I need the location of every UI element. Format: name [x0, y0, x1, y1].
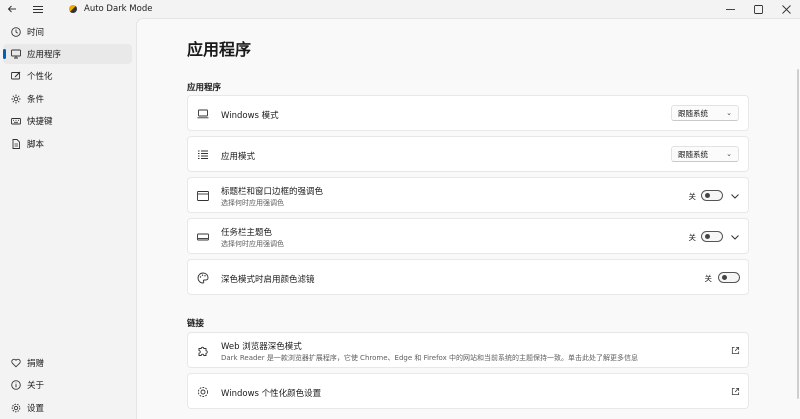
- minimize-icon[interactable]: [716, 0, 744, 18]
- external-link-icon[interactable]: [731, 346, 740, 355]
- titlebar-accent-card[interactable]: 标题栏和窗口边框的强调色 选择何时应用强调色 关: [187, 177, 749, 213]
- card-title: Windows 个性化颜色设置: [221, 389, 322, 399]
- windows-personalize-link-card[interactable]: Windows 个性化颜色设置: [187, 373, 749, 409]
- script-document-icon: [5, 139, 27, 149]
- monitor-icon: [5, 49, 27, 59]
- color-filter-card: 深色模式时启用颜色滤镜 关: [187, 259, 749, 295]
- back-arrow-icon[interactable]: [1, 0, 23, 18]
- card-subtitle: Dark Reader 是一款浏览器扩展程序，它使 Chrome、Edge 和 …: [221, 354, 638, 362]
- window-icon: [197, 190, 211, 204]
- gear-conditions-icon: [5, 94, 27, 104]
- content-pane: 应用程序 应用程序 Windows 模式 跟随系统 ⌄ 应用模式 跟随系统 ⌄ …: [136, 18, 800, 419]
- section-header-apps: 应用程序: [187, 83, 222, 93]
- maximize-icon[interactable]: [744, 0, 772, 18]
- card-title: 标题栏和窗口边框的强调色: [221, 187, 324, 197]
- settings-gear-icon: [5, 403, 27, 413]
- toggle-state-label: 关: [704, 274, 713, 283]
- chevron-down-icon[interactable]: [730, 232, 740, 242]
- app-mode-dropdown[interactable]: 跟随系统 ⌄: [671, 146, 739, 162]
- dropdown-value: 跟随系统: [678, 149, 708, 159]
- app-mode-card: 应用模式 跟随系统 ⌄: [187, 136, 749, 172]
- keyboard-icon: [5, 116, 27, 126]
- card-title: 深色模式时启用颜色滤镜: [221, 275, 315, 285]
- info-icon: [5, 380, 27, 390]
- scrollbar[interactable]: [797, 69, 799, 399]
- app-logo-icon: [69, 5, 77, 13]
- sidebar-item-label: 快捷键: [27, 117, 53, 127]
- toggle-state-label: 关: [688, 233, 697, 242]
- card-title: Windows 模式: [221, 111, 279, 121]
- card-title: Web 浏览器深色模式: [221, 342, 302, 352]
- clock-icon: [5, 27, 27, 37]
- card-title: 任务栏主题色: [221, 228, 273, 238]
- sidebar-item-label: 捐赠: [27, 359, 45, 369]
- title-bar: Auto Dark Mode: [0, 0, 800, 18]
- settings-gear-icon: [197, 386, 211, 400]
- taskbar-color-toggle[interactable]: [701, 231, 723, 242]
- card-subtitle: 选择何时应用强调色: [221, 240, 284, 248]
- sidebar-item-donate[interactable]: 捐赠: [3, 353, 132, 373]
- sidebar-item-personalize[interactable]: 个性化: [3, 66, 132, 86]
- titlebar-accent-toggle[interactable]: [701, 190, 723, 201]
- sidebar-item-label: 脚本: [27, 140, 45, 150]
- sidebar-item-label: 设置: [27, 404, 45, 414]
- sidebar-item-time[interactable]: 时间: [3, 22, 132, 42]
- sidebar-item-conditions[interactable]: 条件: [3, 89, 132, 109]
- windows-mode-card: Windows 模式 跟随系统 ⌄: [187, 95, 749, 131]
- puzzle-extension-icon: [197, 345, 211, 359]
- card-subtitle: 选择何时应用强调色: [221, 199, 284, 207]
- color-filter-toggle[interactable]: [718, 272, 740, 283]
- sidebar-item-label: 应用程序: [27, 50, 62, 60]
- toggle-state-label: 关: [688, 192, 697, 201]
- sidebar-item-settings[interactable]: 设置: [3, 398, 132, 418]
- hamburger-menu-icon[interactable]: [27, 0, 49, 18]
- sidebar-item-label: 关于: [27, 381, 45, 391]
- sidebar-item-shortcuts[interactable]: 快捷键: [3, 111, 132, 131]
- heart-icon: [5, 358, 27, 368]
- sidebar-item-label: 条件: [27, 95, 45, 105]
- close-icon[interactable]: [772, 0, 800, 18]
- taskbar-icon: [197, 231, 211, 245]
- app-title: Auto Dark Mode: [84, 4, 153, 14]
- sidebar-item-label: 个性化: [27, 72, 53, 82]
- chevron-down-icon[interactable]: [730, 191, 740, 201]
- list-icon: [197, 149, 211, 163]
- page-title: 应用程序: [187, 40, 252, 59]
- sidebar-item-about[interactable]: 关于: [3, 375, 132, 395]
- section-header-links: 链接: [187, 319, 205, 329]
- palette-icon: [197, 272, 211, 286]
- sidebar-item-label: 时间: [27, 28, 45, 38]
- laptop-icon: [197, 108, 211, 122]
- dropdown-value: 跟随系统: [678, 108, 708, 118]
- sidebar-item-scripts[interactable]: 脚本: [3, 134, 132, 154]
- chevron-down-icon: ⌄: [726, 150, 732, 158]
- taskbar-color-card[interactable]: 任务栏主题色 选择何时应用强调色 关: [187, 218, 749, 254]
- windows-mode-dropdown[interactable]: 跟随系统 ⌄: [671, 105, 739, 121]
- external-link-icon[interactable]: [731, 387, 740, 396]
- sidebar-item-apps[interactable]: 应用程序: [3, 44, 132, 64]
- dark-reader-link-card[interactable]: Web 浏览器深色模式 Dark Reader 是一款浏览器扩展程序，它使 Ch…: [187, 332, 749, 368]
- sidebar-nav: 时间 应用程序 个性化 条件 快捷键 脚本 捐赠 关于 设置: [0, 20, 136, 419]
- card-title: 应用模式: [221, 152, 256, 162]
- personalize-brush-icon: [5, 71, 27, 81]
- chevron-down-icon: ⌄: [726, 109, 732, 117]
